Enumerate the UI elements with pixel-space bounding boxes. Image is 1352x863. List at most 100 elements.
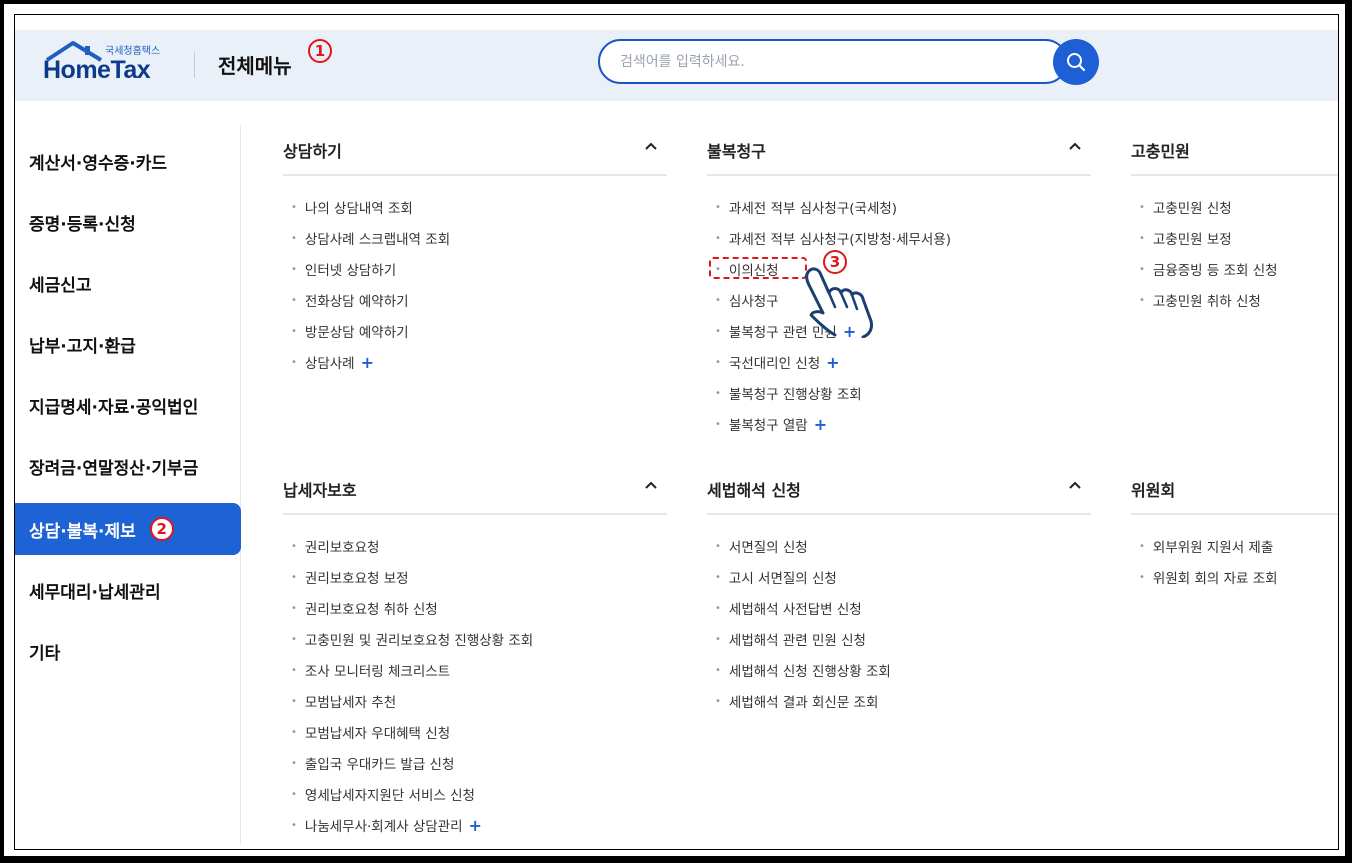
sidebar-item-certificate[interactable]: 증명·등록·신청	[15, 196, 241, 248]
logo-text: HomeTax	[43, 56, 151, 84]
bullet-icon: •	[715, 664, 721, 676]
sidebar-item-tax-return[interactable]: 세금신고	[15, 257, 241, 309]
sidebar-item-agent[interactable]: 세무대리·납세관리	[15, 564, 241, 616]
sidebar-item-etc[interactable]: 기타	[15, 625, 241, 677]
sidebar-item-statement[interactable]: 지급명세·자료·공익법인	[15, 379, 241, 431]
link-written-inquiry[interactable]: • 서면질의 신청	[715, 536, 808, 556]
bullet-icon: •	[291, 356, 297, 368]
bullet-icon: •	[715, 418, 721, 430]
section-consult-header[interactable]: 상담하기	[283, 132, 667, 176]
header-divider	[194, 52, 195, 78]
expand-plus-icon[interactable]: +	[469, 816, 482, 835]
section-title: 위원회	[1131, 481, 1176, 500]
section-grievance-header[interactable]: 고충민원	[1131, 132, 1338, 176]
search-button[interactable]	[1053, 39, 1099, 85]
bullet-icon: •	[715, 294, 721, 306]
link-appeal-status[interactable]: • 불복청구 진행상황 조회	[715, 383, 862, 403]
link-pre-assessment-nts[interactable]: • 과세전 적부 심사청구(국세청)	[715, 197, 897, 217]
link-interpret-complaint[interactable]: • 세법해석 관련 민원 신청	[715, 629, 866, 649]
link-interpret-status[interactable]: • 세법해석 신청 진행상황 조회	[715, 660, 891, 680]
link-financial-proof[interactable]: • 금융증빙 등 조회 신청	[1139, 259, 1278, 279]
link-immigration-card[interactable]: • 출입국 우대카드 발급 신청	[291, 753, 454, 773]
bullet-icon: •	[715, 602, 721, 614]
bullet-icon: •	[715, 325, 721, 337]
link-external-member-apply[interactable]: • 외부위원 지원서 제출	[1139, 536, 1273, 556]
bullet-icon: •	[291, 819, 297, 831]
link-rights-withdraw[interactable]: • 권리보호요청 취하 신청	[291, 598, 438, 618]
bullet-icon: •	[1139, 201, 1145, 213]
bullet-icon: •	[291, 664, 297, 676]
link-audit-checklist[interactable]: • 조사 모니터링 체크리스트	[291, 660, 450, 680]
sidebar: 계산서·영수증·카드 증명·등록·신청 세금신고 납부·고지·환급 지급명세·자…	[15, 125, 241, 845]
section-title: 세법해석 신청	[707, 481, 801, 500]
bullet-icon: •	[715, 387, 721, 399]
link-notice-inquiry[interactable]: • 고시 서면질의 신청	[715, 567, 837, 587]
sidebar-item-invoice[interactable]: 계산서·영수증·카드	[15, 135, 241, 187]
link-rights-protection[interactable]: • 권리보호요청	[291, 536, 379, 556]
highlight-box	[709, 257, 807, 279]
screenshot-frame: 국세청홈택스 HomeTax 전체메뉴 1 계산서·영수증·카드 증명·등록·신…	[0, 0, 1352, 863]
sidebar-item-payment[interactable]: 납부·고지·환급	[15, 318, 241, 370]
link-pre-assessment-regional[interactable]: • 과세전 적부 심사청구(지방청·세무서용)	[715, 228, 951, 248]
sidebar-item-consult-appeal[interactable]: 상담·불복·제보 2	[15, 503, 241, 555]
link-public-agent[interactable]: • 국선대리인 신청 +	[715, 352, 840, 373]
link-internet-consult[interactable]: • 인터넷 상담하기	[291, 259, 396, 279]
bullet-icon: •	[291, 325, 297, 337]
link-grievance-apply[interactable]: • 고충민원 신청	[1139, 197, 1232, 217]
section-title: 납세자보호	[283, 481, 357, 500]
link-grievance-withdraw[interactable]: • 고충민원 취하 신청	[1139, 290, 1261, 310]
step-marker-2: 2	[149, 517, 174, 541]
search-icon	[1067, 53, 1086, 72]
link-advance-ruling[interactable]: • 세법해석 사전답변 신청	[715, 598, 862, 618]
link-interpret-result[interactable]: • 세법해석 결과 회신문 조회	[715, 691, 878, 711]
bullet-icon: •	[291, 726, 297, 738]
bullet-icon: •	[715, 356, 721, 368]
bullet-icon: •	[1139, 263, 1145, 275]
link-appeal-view[interactable]: • 불복청구 열람 +	[715, 414, 827, 435]
bullet-icon: •	[291, 294, 297, 306]
bullet-icon: •	[1139, 571, 1145, 583]
section-protect-header[interactable]: 납세자보호	[283, 471, 667, 515]
bullet-icon: •	[715, 633, 721, 645]
expand-plus-icon[interactable]: +	[826, 353, 839, 372]
link-rights-amend[interactable]: • 권리보호요청 보정	[291, 567, 409, 587]
bullet-icon: •	[1139, 232, 1145, 244]
link-my-consult-history[interactable]: • 나의 상담내역 조회	[291, 197, 413, 217]
link-visit-consult[interactable]: • 방문상담 예약하기	[291, 321, 409, 341]
bullet-icon: •	[291, 540, 297, 552]
chevron-up-icon[interactable]	[1067, 138, 1083, 154]
link-model-taxpayer-benefit[interactable]: • 모범납세자 우대혜택 신청	[291, 722, 450, 742]
bullet-icon: •	[715, 695, 721, 707]
link-consult-cases[interactable]: • 상담사례 +	[291, 352, 374, 373]
link-small-taxpayer-support[interactable]: • 영세납세자지원단 서비스 신청	[291, 784, 475, 804]
expand-plus-icon[interactable]: +	[361, 353, 374, 372]
link-model-taxpayer-nominate[interactable]: • 모범납세자 추천	[291, 691, 396, 711]
section-title: 고충민원	[1131, 142, 1190, 161]
bullet-icon: •	[291, 571, 297, 583]
link-sharing-accountant[interactable]: • 나눔세무사·회계사 상담관리 +	[291, 815, 482, 836]
header: 국세청홈택스 HomeTax 전체메뉴 1	[15, 30, 1338, 101]
link-phone-consult[interactable]: • 전화상담 예약하기	[291, 290, 409, 310]
expand-plus-icon[interactable]: +	[814, 415, 827, 434]
section-interpret-header[interactable]: 세법해석 신청	[707, 471, 1091, 515]
bullet-icon: •	[291, 695, 297, 707]
search-box[interactable]	[598, 39, 1068, 84]
chevron-up-icon[interactable]	[1067, 477, 1083, 493]
link-consult-scrap[interactable]: • 상담사례 스크랩내역 조회	[291, 228, 450, 248]
sidebar-item-incentive[interactable]: 장려금·연말정산·기부금	[15, 440, 241, 492]
chevron-up-icon[interactable]	[643, 477, 659, 493]
link-grievance-amend[interactable]: • 고충민원 보정	[1139, 228, 1232, 248]
section-committee-header[interactable]: 위원회	[1131, 471, 1338, 515]
link-committee-materials[interactable]: • 위원회 회의 자료 조회	[1139, 567, 1278, 587]
bullet-icon: •	[715, 571, 721, 583]
bullet-icon: •	[715, 232, 721, 244]
hometax-logo[interactable]: 국세청홈택스 HomeTax	[43, 40, 183, 90]
section-appeal-header[interactable]: 불복청구	[707, 132, 1091, 176]
link-grievance-rights-status[interactable]: • 고충민원 및 권리보호요청 진행상황 조회	[291, 629, 533, 649]
chevron-up-icon[interactable]	[643, 138, 659, 154]
search-input[interactable]	[620, 51, 1020, 73]
bullet-icon: •	[1139, 294, 1145, 306]
step-marker-1: 1	[308, 39, 332, 63]
link-review-request[interactable]: • 심사청구	[715, 290, 779, 310]
logo-subtitle: 국세청홈택스	[105, 46, 161, 57]
